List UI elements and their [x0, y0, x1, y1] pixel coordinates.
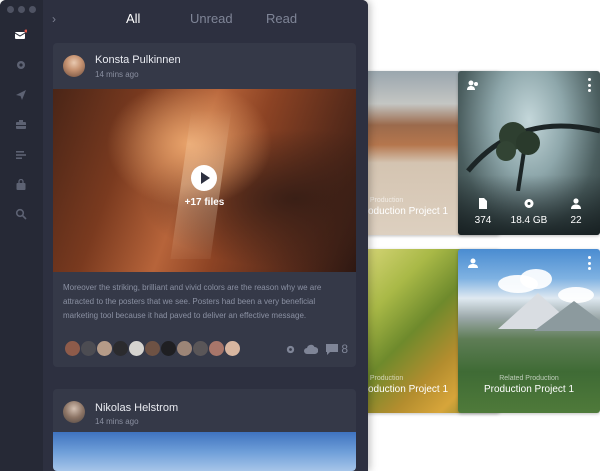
stat-files: 374 [463, 198, 503, 226]
tab-unread[interactable]: Unread [190, 11, 233, 26]
tab-read[interactable]: Read [266, 11, 297, 26]
window-minimize-button[interactable] [18, 6, 25, 13]
avatar[interactable] [128, 340, 145, 357]
chevron-right-icon[interactable]: › [52, 12, 56, 26]
post-actions: 8 [285, 342, 348, 356]
briefcase-icon[interactable] [15, 119, 27, 131]
user-icon [468, 258, 478, 268]
post-body: Moreover the striking, brilliant and viv… [63, 283, 322, 320]
comment-count: 8 [341, 342, 348, 356]
avatar[interactable] [96, 340, 113, 357]
window-close-button[interactable] [7, 6, 14, 13]
avatar[interactable] [224, 340, 241, 357]
more-icon[interactable] [588, 78, 592, 92]
feed-post[interactable]: Nikolas Helstrom 14 mins ago [53, 389, 356, 471]
post-author[interactable]: Nikolas Helstrom [95, 402, 178, 414]
comment-button[interactable]: 8 [326, 342, 348, 356]
avatar[interactable] [176, 340, 193, 357]
cloud [520, 269, 552, 289]
storage-size: 18.4 GB [510, 215, 548, 226]
card-stats: 374 18.4 GB 22 [458, 175, 600, 235]
post-time: 14 mins ago [95, 417, 139, 426]
avatar[interactable] [160, 340, 177, 357]
window-maximize-button[interactable] [29, 6, 36, 13]
post-author[interactable]: Konsta Pulkinnen [95, 54, 181, 66]
lock-bag-icon[interactable] [15, 179, 27, 191]
file-icon [479, 198, 487, 209]
cloud-icon[interactable] [304, 344, 319, 355]
disc-icon [524, 199, 534, 208]
participant-avatars [64, 340, 241, 357]
send-icon[interactable] [15, 89, 27, 101]
comment-icon [326, 343, 339, 355]
inbox-icon[interactable] [15, 29, 27, 41]
avatar[interactable] [208, 340, 225, 357]
avatar[interactable] [63, 401, 85, 423]
file-count: +17 files [184, 197, 225, 208]
avatar[interactable] [63, 55, 85, 77]
files-count: 374 [474, 215, 492, 226]
project-card-mountain[interactable]: Related Production Production Project 1 [458, 249, 600, 413]
tab-all[interactable]: All [126, 11, 140, 26]
notification-icon[interactable] [15, 59, 27, 71]
avatar[interactable] [80, 340, 97, 357]
app-window: › All Unread Read Konsta Pulkinnen 14 mi… [0, 0, 368, 471]
post-media[interactable] [53, 432, 356, 471]
avatar[interactable] [112, 340, 129, 357]
list-icon[interactable] [15, 149, 27, 161]
post-media[interactable]: +17 files [53, 89, 356, 272]
user-icon [467, 80, 478, 90]
post-time: 14 mins ago [95, 70, 139, 79]
more-icon[interactable] [588, 256, 592, 270]
members-count: 22 [570, 215, 582, 226]
play-icon[interactable] [191, 165, 217, 191]
avatar[interactable] [144, 340, 161, 357]
mountain-peak [534, 301, 600, 331]
search-icon[interactable] [15, 208, 27, 220]
stat-members: 22 [556, 198, 596, 226]
card-title: Production Project 1 [483, 384, 575, 395]
avatar[interactable] [64, 340, 81, 357]
sidebar [0, 0, 43, 471]
avatar[interactable] [192, 340, 209, 357]
feed-post[interactable]: Konsta Pulkinnen 14 mins ago +17 files M… [53, 43, 356, 367]
gear-icon[interactable] [285, 344, 296, 355]
stat-size: 18.4 GB [509, 198, 549, 226]
card-subtitle: Related Production [499, 375, 559, 382]
user-icon [571, 198, 581, 209]
project-card-tree[interactable]: 374 18.4 GB 22 [458, 71, 600, 235]
